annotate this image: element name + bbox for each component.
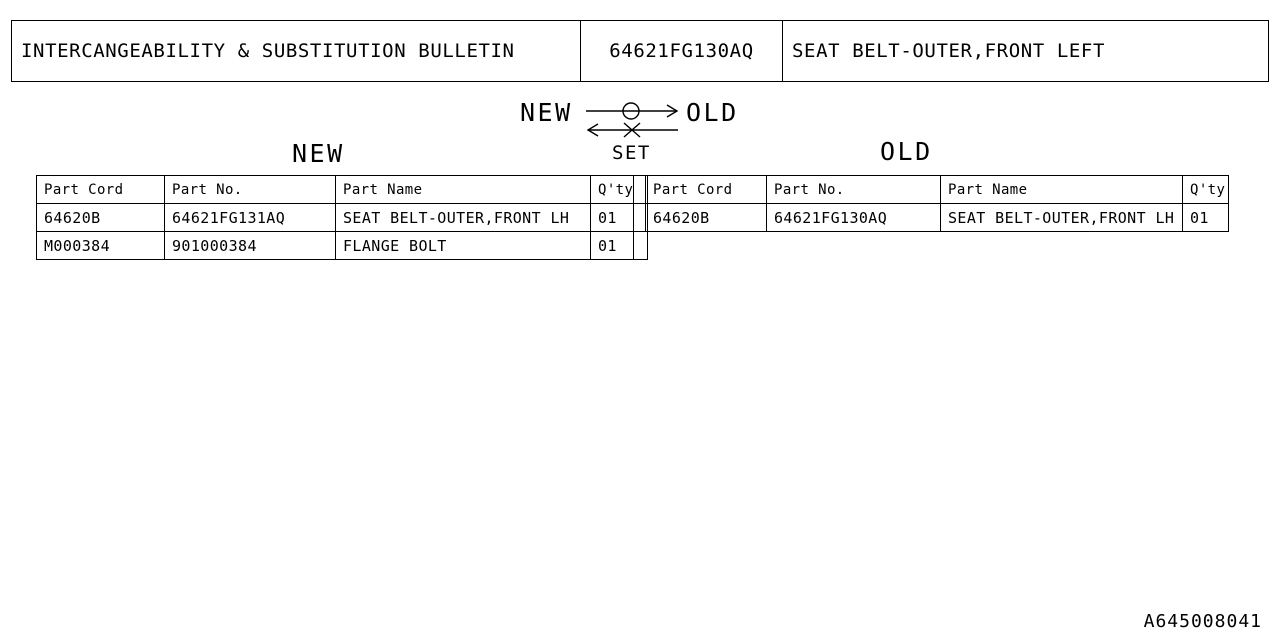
interchange-arrows-icon xyxy=(586,102,679,138)
old-section-label: OLD xyxy=(880,137,933,166)
legend-new-label: NEW xyxy=(520,98,573,127)
column-header-qty: Q'ty xyxy=(1182,175,1229,204)
cell-part-no: 64621FG131AQ xyxy=(164,203,336,232)
column-header-part-no: Part No. xyxy=(164,175,336,204)
cell-spacer xyxy=(633,231,649,260)
column-header-part-cord: Part Cord xyxy=(36,175,165,204)
cell-part-cord: M000384 xyxy=(36,231,165,260)
column-header-part-name: Part Name xyxy=(940,175,1183,204)
legend-set-label: SET xyxy=(612,142,651,164)
drawing-code: A645008041 xyxy=(1143,611,1262,632)
column-header-part-name: Part Name xyxy=(335,175,591,204)
cell-qty: 01 xyxy=(589,231,635,260)
column-header-part-no: Part No. xyxy=(766,175,941,204)
cell-part-cord: 64620B xyxy=(36,203,165,232)
cell-part-name: SEAT BELT-OUTER,FRONT LH xyxy=(335,203,591,232)
cell-part-name: FLANGE BOLT xyxy=(335,231,591,260)
table-header-row: Part Cord Part No. Part Name Q'ty xyxy=(36,175,649,204)
table-row: 64620B 64621FG130AQ SEAT BELT-OUTER,FRON… xyxy=(645,203,1229,232)
new-parts-table: Part Cord Part No. Part Name Q'ty 64620B… xyxy=(36,175,649,260)
old-parts-table: Part Cord Part No. Part Name Q'ty 64620B… xyxy=(645,175,1229,232)
cell-qty: 01 xyxy=(589,203,635,232)
new-section-label: NEW xyxy=(292,139,345,168)
bulletin-header-bar: INTERCANGEABILITY & SUBSTITUTION BULLETI… xyxy=(11,20,1269,82)
interchange-legend: NEW OLD SET xyxy=(512,98,762,168)
cell-qty: 01 xyxy=(1182,203,1229,232)
table-row: M000384 901000384 FLANGE BOLT 01 xyxy=(36,231,649,260)
bulletin-part-name: SEAT BELT-OUTER,FRONT LEFT xyxy=(792,40,1106,62)
table-header-row: Part Cord Part No. Part Name Q'ty xyxy=(645,175,1229,204)
cell-part-cord: 64620B xyxy=(645,203,767,232)
cell-part-no: 64621FG130AQ xyxy=(766,203,941,232)
column-header-part-cord: Part Cord xyxy=(645,175,767,204)
cell-part-name: SEAT BELT-OUTER,FRONT LH xyxy=(940,203,1183,232)
bulletin-part-number: 64621FG130AQ xyxy=(581,21,783,81)
bulletin-title: INTERCANGEABILITY & SUBSTITUTION BULLETI… xyxy=(12,21,581,81)
column-header-qty: Q'ty xyxy=(589,175,635,204)
table-row: 64620B 64621FG131AQ SEAT BELT-OUTER,FRON… xyxy=(36,203,649,232)
cell-part-no: 901000384 xyxy=(164,231,336,260)
legend-old-label: OLD xyxy=(686,98,739,127)
